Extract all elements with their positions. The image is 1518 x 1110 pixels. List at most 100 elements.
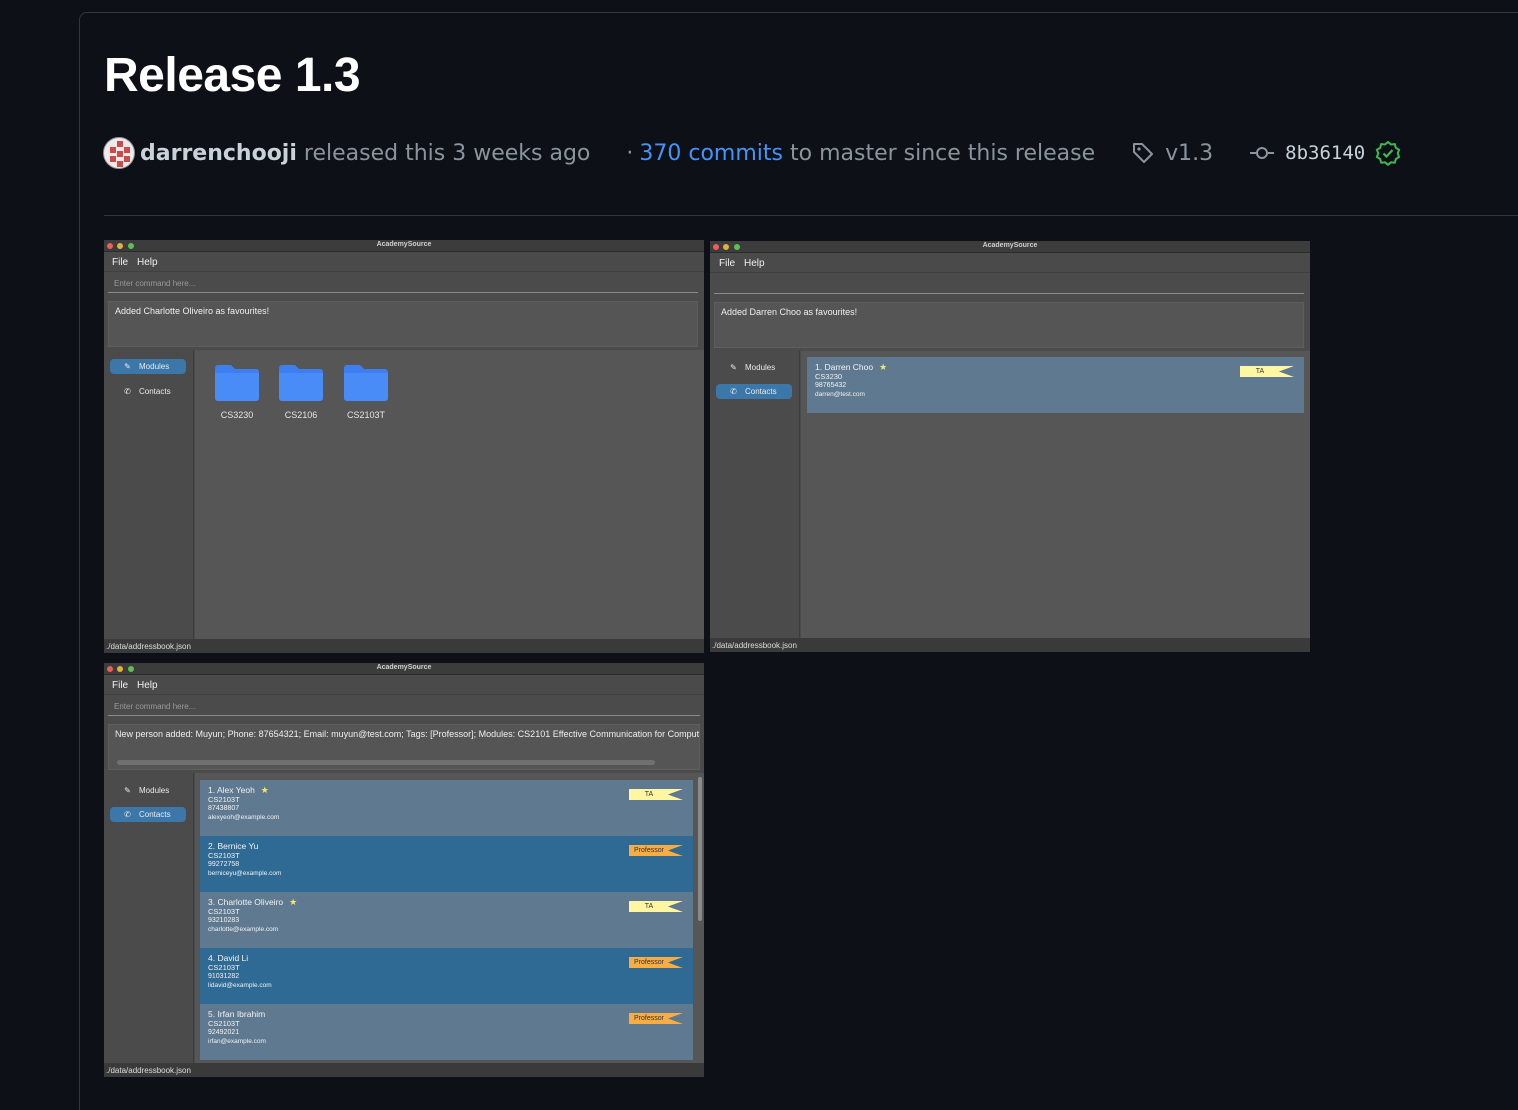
divider <box>104 215 1518 216</box>
window-title: AcademySource <box>376 664 432 671</box>
contact-email: berniceyu@example.com <box>208 870 282 877</box>
menu-bar: File Help <box>104 252 704 272</box>
menu-help[interactable]: Help <box>744 258 765 269</box>
commit-sha-link[interactable]: 8b36140 <box>1285 142 1365 164</box>
horizontal-scrollbar[interactable] <box>117 760 655 765</box>
contact-email: darren@test.com <box>815 391 865 398</box>
result-display: New person added: Muyun; Phone: 87654321… <box>108 724 700 770</box>
command-input[interactable] <box>714 274 1304 294</box>
release-title: Release 1.3 <box>104 49 361 102</box>
contact-phone: 98765432 <box>815 382 847 389</box>
contact-name: 2. Bernice Yu <box>208 841 259 851</box>
nav-contacts[interactable]: ✆ Contacts <box>110 807 186 822</box>
contact-email: alexyeoh@example.com <box>208 814 280 821</box>
folder-item[interactable]: CS2103T <box>343 362 389 422</box>
contact-module: CS2103T <box>208 963 240 972</box>
contact-phone: 92492021 <box>208 1029 240 1036</box>
contact-card[interactable]: 1. Alex Yeoh ★ CS2103T 87438807 alexyeoh@… <box>200 780 693 836</box>
modules-panel: CS3230 CS2106 CS2103T <box>195 350 704 639</box>
author-link[interactable]: darrenchooji <box>140 141 297 166</box>
result-text: New person added: Muyun; Phone: 87654321… <box>115 729 700 739</box>
contact-module: CS3230 <box>815 372 843 381</box>
sidebar: ✎ Modules ✆ Contacts <box>710 351 800 638</box>
menu-file[interactable]: File <box>112 680 128 691</box>
modules-icon: ✎ <box>124 786 131 795</box>
contact-email: irfan@example.com <box>208 1038 266 1045</box>
contact-card[interactable]: 4. David Li CS2103T 91031282 lidavid@exa… <box>200 948 693 1004</box>
app-window-contacts-single: AcademySource File Help Added Darren Cho… <box>710 241 1310 652</box>
status-bar: ./data/addressbook.json <box>710 638 1310 652</box>
folder-label: CS2103T <box>346 410 386 420</box>
contact-card[interactable]: 5. Irfan Ibrahim CS2103T 92492021 irfan@… <box>200 1004 693 1060</box>
contact-name: 1. Darren Choo <box>815 362 874 372</box>
nav-modules[interactable]: ✎ Modules <box>110 359 186 374</box>
phone-icon: ✆ <box>730 387 737 396</box>
commits-link[interactable]: 370 commits <box>639 141 783 166</box>
tag-icon <box>1131 141 1155 165</box>
menu-file[interactable]: File <box>719 258 735 269</box>
contact-module: CS2103T <box>208 851 240 860</box>
menu-bar: File Help <box>710 253 1310 273</box>
contact-card[interactable]: 2. Bernice Yu CS2103T 99272758 berniceyu… <box>200 836 693 892</box>
favourite-star-icon: ★ <box>879 362 888 372</box>
contact-phone: 93210283 <box>208 917 240 924</box>
modules-icon: ✎ <box>730 363 737 372</box>
contact-phone: 87438807 <box>208 805 240 812</box>
command-input[interactable]: Enter command here... <box>108 273 698 293</box>
folder-item[interactable]: CS2106 <box>278 362 324 422</box>
contact-module: CS2103T <box>208 907 240 916</box>
commits-text: to master since this release <box>789 140 1096 166</box>
window-titlebar: AcademySource <box>104 240 704 252</box>
folder-item[interactable]: CS3230 <box>214 362 260 422</box>
window-titlebar: AcademySource <box>710 241 1310 253</box>
menu-bar: File Help <box>104 675 704 695</box>
command-input[interactable]: Enter command here... <box>108 696 700 716</box>
window-title: AcademySource <box>376 241 432 248</box>
status-bar: ./data/addressbook.json <box>104 639 704 653</box>
favourite-star-icon: ★ <box>289 897 298 907</box>
nav-modules[interactable]: ✎ Modules <box>716 360 792 375</box>
release-meta: darrenchooji released this 3 weeks ago ·… <box>103 134 1401 172</box>
app-window-modules: AcademySource File Help Enter command he… <box>104 240 704 653</box>
nav-modules[interactable]: ✎ Modules <box>110 783 186 798</box>
vertical-scrollbar[interactable] <box>698 777 702 921</box>
separator-dot: · <box>626 140 634 166</box>
contact-name: 4. David Li <box>208 953 249 963</box>
folder-icon <box>215 365 259 401</box>
result-display: Added Charlotte Oliveiro as favourites! <box>108 301 698 347</box>
contact-name: 5. Irfan Ibrahim <box>208 1009 266 1019</box>
result-display: Added Darren Choo as favourites! <box>714 302 1304 348</box>
tag-link[interactable]: v1.3 <box>1165 141 1213 166</box>
sidebar: ✎ Modules ✆ Contacts <box>104 350 194 639</box>
contact-card[interactable]: 1. Darren Choo ★ CS3230 98765432 darren@t… <box>807 357 1304 413</box>
verified-check-icon[interactable] <box>1375 140 1401 166</box>
app-window-contacts-list: AcademySource File Help Enter command he… <box>104 663 704 1077</box>
menu-file[interactable]: File <box>112 257 128 268</box>
git-commit-icon <box>1249 141 1275 165</box>
folder-icon <box>344 365 388 401</box>
author-avatar[interactable] <box>103 137 135 169</box>
contact-phone: 99272758 <box>208 861 240 868</box>
window-title: AcademySource <box>982 242 1038 249</box>
contact-card[interactable]: 3. Charlotte Oliveiro ★ CS2103T 93210283 … <box>200 892 693 948</box>
contact-module: CS2103T <box>208 795 240 804</box>
sidebar: ✎ Modules ✆ Contacts <box>104 773 194 1063</box>
modules-icon: ✎ <box>124 362 131 371</box>
contact-phone: 91031282 <box>208 973 240 980</box>
favourite-star-icon: ★ <box>260 785 269 795</box>
nav-contacts[interactable]: ✆ Contacts <box>110 384 186 399</box>
released-text: released this 3 weeks ago <box>303 140 591 166</box>
contact-name: 1. Alex Yeoh <box>208 785 255 795</box>
status-bar: ./data/addressbook.json <box>104 1063 704 1077</box>
contact-module: CS2103T <box>208 1019 240 1028</box>
contacts-panel: 1. Darren Choo ★ CS3230 98765432 darren@t… <box>801 351 1310 638</box>
menu-help[interactable]: Help <box>137 257 158 268</box>
folder-label: CS2106 <box>284 410 318 420</box>
phone-icon: ✆ <box>124 387 131 396</box>
contact-email: lidavid@example.com <box>208 982 272 989</box>
folder-label: CS3230 <box>220 410 254 420</box>
contact-name: 3. Charlotte Oliveiro <box>208 897 284 907</box>
nav-contacts[interactable]: ✆ Contacts <box>716 384 792 399</box>
phone-icon: ✆ <box>124 810 131 819</box>
menu-help[interactable]: Help <box>137 680 158 691</box>
